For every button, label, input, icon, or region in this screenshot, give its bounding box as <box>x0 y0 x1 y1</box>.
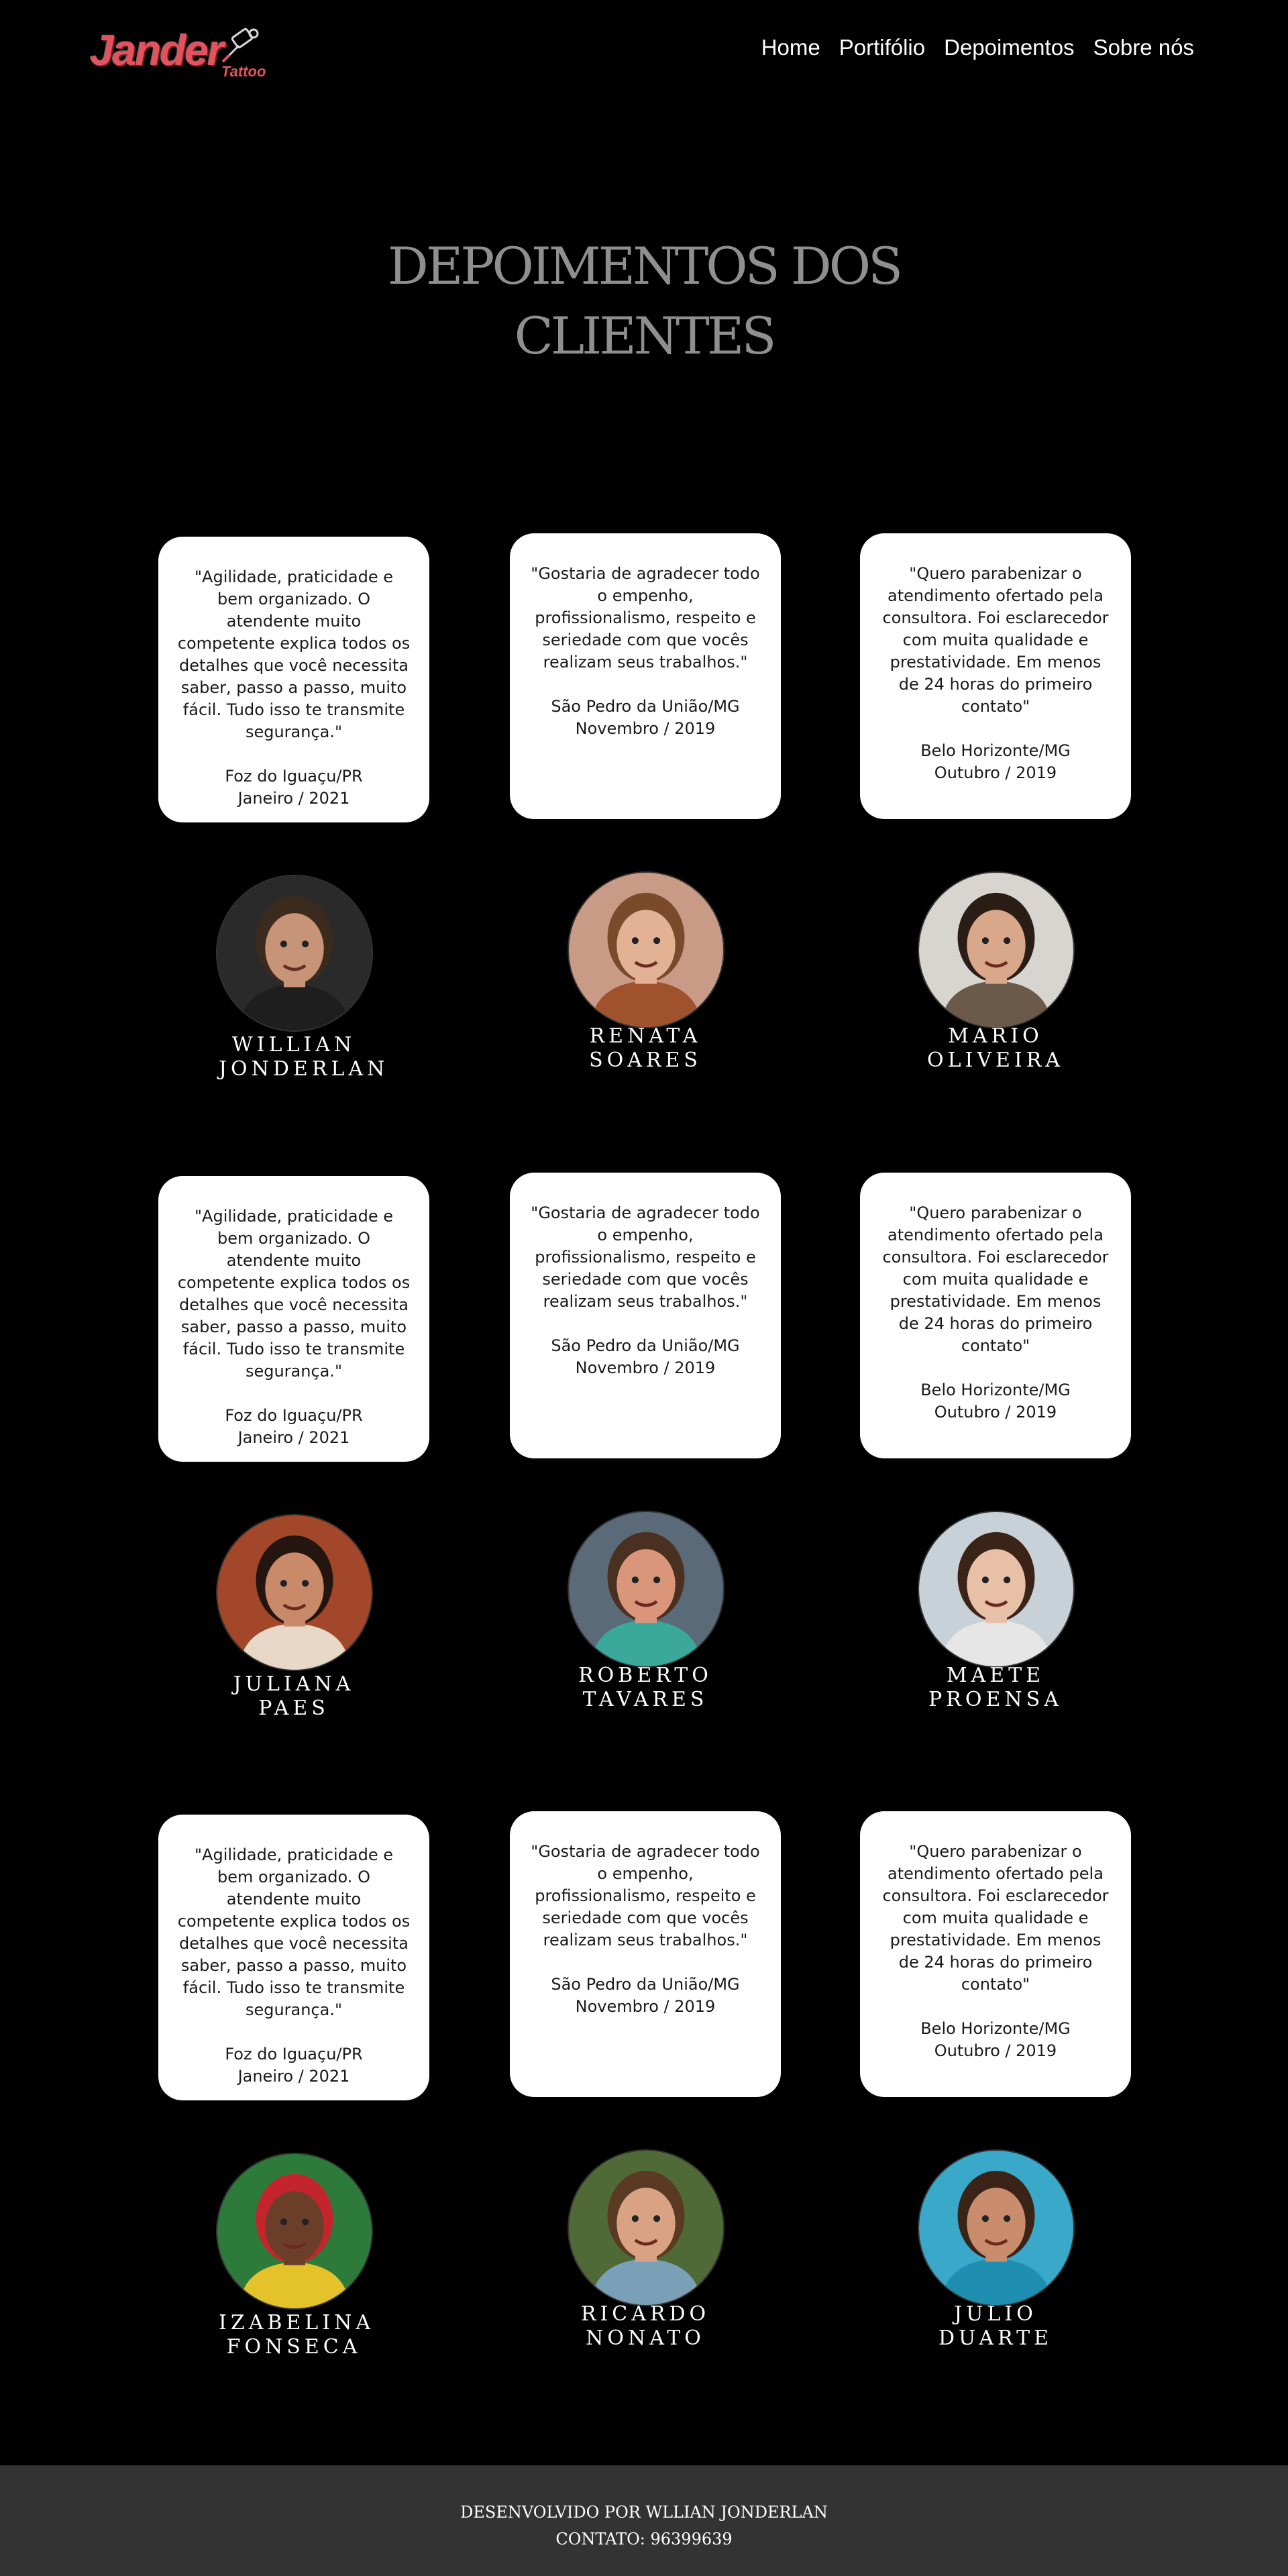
testimonial-city: Foz do Iguaçu/PR <box>225 1406 363 1425</box>
nav-about[interactable]: Sobre nós <box>1093 35 1194 60</box>
testimonial-card: "Quero parabenizar o atendimento ofertad… <box>860 1173 1131 1458</box>
testimonial-quote: "Gostaria de agradecer todo o empenho, p… <box>531 1203 760 1311</box>
main-nav: Home Portifólio Depoimentos Sobre nós <box>761 35 1194 60</box>
testimonial-card: "Quero parabenizar o atendimento ofertad… <box>860 1811 1131 2097</box>
testimonial-city: Foz do Iguaçu/PR <box>225 2045 363 2063</box>
testimonial-date: Outubro / 2019 <box>934 763 1057 782</box>
testimonial-quote: "Gostaria de agradecer todo o empenho, p… <box>531 564 760 672</box>
testimonial-city: São Pedro da União/MG <box>551 1336 740 1355</box>
testimonial-date: Outubro / 2019 <box>934 2041 1057 2060</box>
testimonial-quote: "Gostaria de agradecer todo o empenho, p… <box>531 1842 760 1949</box>
testimonial-quote: "Quero parabenizar o atendimento ofertad… <box>882 1203 1109 1355</box>
client-photo-icon <box>569 1512 723 1666</box>
testimonial-quote: "Quero parabenizar o atendimento ofertad… <box>882 1842 1109 1994</box>
client-avatar <box>568 871 724 1028</box>
testimonial-city: Belo Horizonte/MG <box>920 741 1071 760</box>
contact-info: CONTATO: 96399639 <box>555 2530 733 2548</box>
testimonial-card: "Gostaria de agradecer todo o empenho, p… <box>510 533 781 819</box>
client-photo-icon <box>217 876 372 1030</box>
client-photo-icon <box>919 2151 1073 2305</box>
client-avatar <box>216 1514 373 1671</box>
testimonial-card: "Agilidade, praticidade e bem organizado… <box>158 1815 429 2100</box>
testimonial-city: São Pedro da União/MG <box>551 1975 740 1994</box>
client-name: RENATA SOARES <box>589 1024 702 1072</box>
testimonial-quote: "Quero parabenizar o atendimento ofertad… <box>882 564 1109 716</box>
nav-home[interactable]: Home <box>761 35 820 60</box>
testimonial-date: Janeiro / 2021 <box>237 789 350 808</box>
testimonial-card: "Quero parabenizar o atendimento ofertad… <box>860 533 1131 819</box>
nav-testimonials[interactable]: Depoimentos <box>944 35 1074 60</box>
testimonial-date: Janeiro / 2021 <box>237 2067 350 2086</box>
client-avatar <box>918 1511 1075 1668</box>
testimonial-quote: "Agilidade, praticidade e bem organizado… <box>177 568 411 741</box>
testimonial-date: Janeiro / 2021 <box>237 1428 350 1447</box>
tattoo-machine-icon <box>221 28 259 63</box>
client-avatar <box>568 1511 724 1668</box>
client-photo-icon <box>919 1512 1073 1666</box>
testimonial-date: Novembro / 2019 <box>575 1358 716 1377</box>
testimonial-quote: "Agilidade, praticidade e bem organizado… <box>177 1207 411 1381</box>
client-photo-icon <box>569 873 723 1027</box>
site-footer: DESENVOLVIDO POR WLLIAN JONDERLAN CONTAT… <box>0 2465 1288 2576</box>
client-name: WILLIAN JONDERLAN <box>219 1033 389 1081</box>
testimonial-card: "Agilidade, praticidade e bem organizado… <box>158 1176 429 1462</box>
logo-text: Jander <box>90 26 224 74</box>
developer-credit: DESENVOLVIDO POR WLLIAN JONDERLAN <box>460 2503 828 2522</box>
client-avatar <box>918 2149 1075 2306</box>
client-name: ROBERTO TAVARES <box>578 1664 712 1711</box>
client-name: RICARDO NONATO <box>580 2302 710 2350</box>
client-name: JULIO DUARTE <box>938 2302 1053 2350</box>
testimonial-date: Novembro / 2019 <box>575 719 716 738</box>
client-photo-icon <box>919 873 1073 1027</box>
client-name: MAETE PROENSA <box>928 1664 1063 1711</box>
testimonial-city: São Pedro da União/MG <box>551 697 740 716</box>
client-avatar <box>568 2149 724 2306</box>
client-avatar <box>918 871 1075 1028</box>
client-photo-icon <box>217 1515 372 1670</box>
testimonial-city: Belo Horizonte/MG <box>920 2019 1071 2038</box>
testimonial-card: "Gostaria de agradecer todo o empenho, p… <box>510 1811 781 2097</box>
client-name: MARIO OLIVEIRA <box>926 1024 1065 1072</box>
testimonial-city: Belo Horizonte/MG <box>920 1381 1071 1399</box>
client-name: JULIANA PAES <box>233 1672 355 1720</box>
client-photo-icon <box>217 2154 372 2308</box>
client-avatar <box>216 2153 373 2310</box>
testimonial-date: Outubro / 2019 <box>934 1403 1057 1421</box>
brand-logo[interactable]: Jander Tattoo <box>87 25 268 86</box>
client-photo-icon <box>569 2151 723 2305</box>
client-name: IZABELINA FONSECA <box>219 2311 374 2359</box>
site-header: Jander Tattoo Home Portifólio Depoimento… <box>0 0 1288 107</box>
testimonial-card: "Agilidade, praticidade e bem organizado… <box>158 537 429 822</box>
page-title: DEPOIMENTOS DOS CLIENTES <box>387 236 903 366</box>
testimonial-date: Novembro / 2019 <box>575 1997 716 2016</box>
testimonial-city: Foz do Iguaçu/PR <box>225 767 363 786</box>
client-avatar <box>216 875 373 1032</box>
testimonial-quote: "Agilidade, praticidade e bem organizado… <box>177 1845 411 2019</box>
testimonial-card: "Gostaria de agradecer todo o empenho, p… <box>510 1173 781 1458</box>
nav-portfolio[interactable]: Portifólio <box>839 35 925 60</box>
